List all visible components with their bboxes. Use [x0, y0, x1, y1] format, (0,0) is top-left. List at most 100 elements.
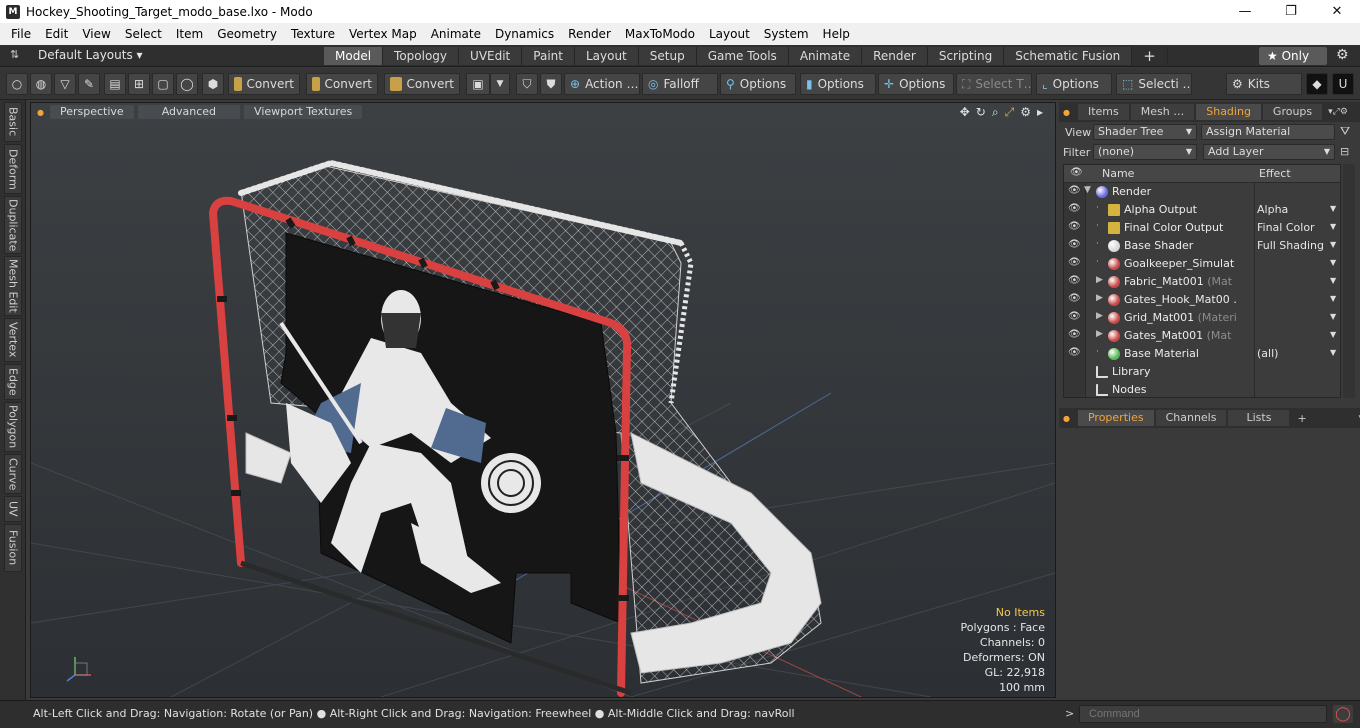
tree-line-icon[interactable]: ·	[1096, 347, 1099, 357]
material-mode-icon[interactable]: ◯	[176, 73, 198, 95]
unity-icon[interactable]: ◆	[1306, 73, 1328, 95]
options-button-3[interactable]: ✛ Options	[878, 73, 954, 95]
vtab-edge[interactable]: Edge	[4, 364, 22, 400]
perspective-tab[interactable]: Perspective	[49, 105, 134, 119]
shader-tree-row[interactable]: Library	[1064, 363, 1340, 381]
tab-properties[interactable]: Properties	[1077, 410, 1154, 426]
3d-viewport[interactable]: ● Perspective Advanced Viewport Textures…	[30, 102, 1056, 698]
shader-effect-value[interactable]: Alpha	[1257, 203, 1331, 216]
effect-chevron-down-icon[interactable]: ▼	[1330, 312, 1336, 321]
shader-tree-row[interactable]: 👁 ▶ Fabric_Mat001 (Mat … ▼	[1064, 273, 1340, 291]
maximize-button[interactable]: ❐	[1268, 0, 1314, 23]
zoom-icon[interactable]: ⌕	[992, 105, 999, 120]
shader-tree-scrollbar[interactable]	[1343, 164, 1355, 398]
minimize-button[interactable]: —	[1222, 0, 1268, 23]
shader-tree-row[interactable]: 👁 · Goalkeeper_Simulat … ▼	[1064, 255, 1340, 273]
tab-lists[interactable]: Lists	[1228, 410, 1290, 426]
vertex-mode-icon[interactable]: ○	[6, 73, 28, 95]
action-center-button[interactable]: ⊕ Action …	[564, 73, 640, 95]
unreal-icon[interactable]: U	[1332, 73, 1354, 95]
command-input[interactable]	[1079, 705, 1327, 723]
visibility-eye-icon[interactable]: 👁	[1068, 221, 1082, 233]
effect-chevron-down-icon[interactable]: ▼	[1330, 330, 1336, 339]
vtab-polygon[interactable]: Polygon	[4, 402, 22, 452]
vtab-mesh-edit[interactable]: Mesh Edit	[4, 256, 22, 316]
collapse-icon[interactable]: ⊟	[1340, 145, 1349, 158]
tab-render[interactable]: Render	[862, 47, 928, 65]
tab-shading[interactable]: Shading	[1196, 104, 1261, 120]
maximize-viewport-icon[interactable]: ⤢	[1005, 105, 1015, 120]
menu-render[interactable]: Render	[561, 27, 618, 41]
chevron-down-icon[interactable]: ▼	[490, 73, 510, 95]
edge-mode-icon[interactable]: ▤	[104, 73, 126, 95]
effect-chevron-down-icon[interactable]: ▼	[1330, 222, 1336, 231]
tab-animate[interactable]: Animate	[788, 47, 863, 65]
shader-tree-row[interactable]: 👁 ▶ Grid_Mat001 (Material) ▼	[1064, 309, 1340, 327]
name-column-header[interactable]: Name	[1102, 167, 1134, 180]
falloff-tool-icon[interactable]: ▽	[54, 73, 76, 95]
item-mode-icon[interactable]: ▢	[152, 73, 174, 95]
shader-tree-row[interactable]: 👁 · Final Color Output Final Color ▼	[1064, 219, 1340, 237]
add-layer-dropdown[interactable]: Add Layer ▼	[1203, 144, 1335, 160]
visibility-eye-icon[interactable]: 👁	[1068, 239, 1082, 251]
tree-line-icon[interactable]: ·	[1096, 257, 1099, 267]
default-layouts-dropdown[interactable]: Default Layouts ▾	[38, 48, 143, 62]
rotate-icon[interactable]: ↻	[976, 105, 986, 120]
tree-line-icon[interactable]: ·	[1096, 203, 1099, 213]
scene-render[interactable]	[31, 103, 1055, 697]
only-toggle[interactable]: ★ Only	[1259, 47, 1327, 65]
tab-uvedit[interactable]: UVEdit	[459, 47, 523, 65]
effect-chevron-down-icon[interactable]: ▼	[1330, 294, 1336, 303]
collapse-arrow-icon[interactable]: ▼	[1084, 185, 1091, 195]
visibility-eye-icon[interactable]: 👁	[1068, 257, 1082, 269]
tab-layout[interactable]: Layout	[574, 47, 639, 65]
tab-schematic-fusion[interactable]: Schematic Fusion	[1004, 47, 1133, 65]
shader-effect-value[interactable]: (all)	[1257, 347, 1331, 360]
tab-setup[interactable]: Setup	[638, 47, 697, 65]
tab-items[interactable]: Items	[1077, 104, 1129, 120]
shader-tree-row[interactable]: 👁 ▼ Render	[1064, 183, 1340, 201]
menu-texture[interactable]: Texture	[284, 27, 342, 41]
shader-tree-row[interactable]: Nodes	[1064, 381, 1340, 397]
add-tab-icon[interactable]: +	[1297, 412, 1306, 425]
effect-chevron-down-icon[interactable]: ▼	[1330, 348, 1336, 357]
tab-topology[interactable]: Topology	[383, 47, 460, 65]
menu-vertex-map[interactable]: Vertex Map	[342, 27, 424, 41]
options-button-4[interactable]: ⌞ Options	[1036, 73, 1112, 95]
visibility-eye-icon[interactable]: 👁	[1068, 347, 1082, 359]
close-button[interactable]: ✕	[1314, 0, 1360, 23]
visibility-eye-icon[interactable]: 👁	[1068, 311, 1082, 323]
shader-tree-row[interactable]: 👁 ▶ Gates_Hook_Mat00 … ▼	[1064, 291, 1340, 309]
expand-arrow-icon[interactable]: ▶	[1096, 275, 1103, 285]
shader-effect-value[interactable]: Full Shading	[1257, 239, 1331, 252]
cube-icon[interactable]: ▣	[466, 73, 490, 95]
filter-dropdown[interactable]: (none) ▼	[1093, 144, 1197, 160]
shader-tree-row[interactable]: 👁 · Base Material (all) ▼	[1064, 345, 1340, 363]
vtab-uv[interactable]: UV	[4, 496, 22, 522]
options-button-2[interactable]: ▮ Options	[800, 73, 876, 95]
record-macro-icon[interactable]: ◯	[1333, 705, 1353, 723]
menu-select[interactable]: Select	[118, 27, 169, 41]
selection-button[interactable]: ⬚ Selecti …	[1116, 73, 1192, 95]
vtab-vertex[interactable]: Vertex	[4, 318, 22, 362]
shader-tree-row[interactable]: 👁 · Alpha Output Alpha ▼	[1064, 201, 1340, 219]
viewport-gear-icon[interactable]: ⚙	[1020, 105, 1031, 120]
visibility-eye-icon[interactable]: 👁	[1068, 275, 1082, 287]
vtab-fusion[interactable]: Fusion	[4, 524, 22, 572]
shader-tree-row[interactable]: 👁 · Base Shader Full Shading ▼	[1064, 237, 1340, 255]
tab-model[interactable]: Model	[324, 47, 384, 65]
tree-line-icon[interactable]: ·	[1096, 221, 1099, 231]
tab-mesh[interactable]: Mesh …	[1130, 104, 1195, 120]
vtab-duplicate[interactable]: Duplicate	[4, 196, 22, 254]
add-tab-button[interactable]: +	[1132, 47, 1168, 65]
expand-arrow-icon[interactable]: ▶	[1096, 293, 1103, 303]
falloff-button[interactable]: ◎ Falloff	[642, 73, 718, 95]
menu-edit[interactable]: Edit	[38, 27, 75, 41]
menu-help[interactable]: Help	[816, 27, 857, 41]
tab-paint[interactable]: Paint	[522, 47, 575, 65]
symmetry-icon[interactable]: ⛉	[516, 73, 538, 95]
menu-view[interactable]: View	[75, 27, 117, 41]
menu-system[interactable]: System	[757, 27, 816, 41]
kits-button[interactable]: ⚙ Kits	[1226, 73, 1302, 95]
snap-icon[interactable]: ⛊	[540, 73, 562, 95]
